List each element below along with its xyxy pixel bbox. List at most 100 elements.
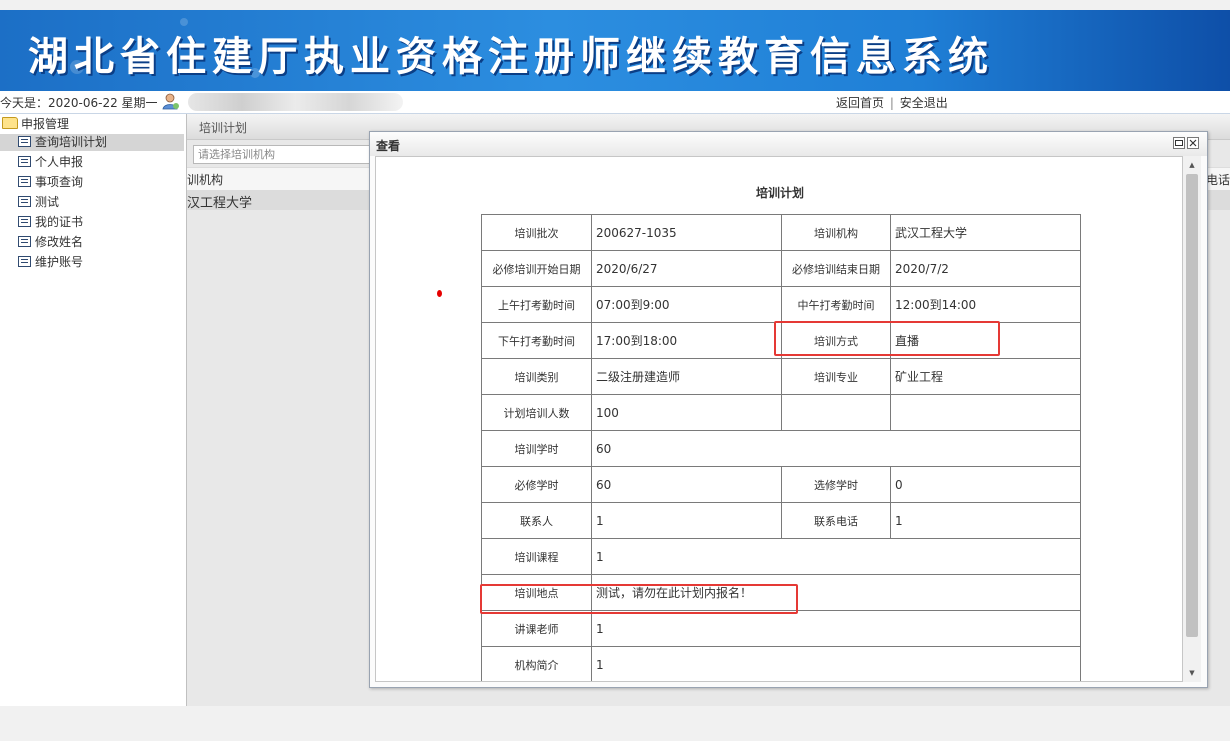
field-label: 必修培训结束日期 xyxy=(781,250,891,287)
institution-select[interactable]: 请选择培训机构 xyxy=(193,145,375,164)
sidebar-item-label: 查询培训计划 xyxy=(35,135,108,149)
column-institution: 训机构 xyxy=(187,173,224,187)
field-value: 0 xyxy=(890,466,1081,503)
sidebar-item-label: 我的证书 xyxy=(35,215,84,229)
field-value: 二级注册建造师 xyxy=(591,358,782,395)
sidebar-item-query-plan[interactable]: 查询培训计划 xyxy=(0,134,184,151)
table-row: 上午打考勤时间 07:00到9:00 中午打考勤时间 12:00到14:00 xyxy=(481,286,1081,323)
restore-icon[interactable] xyxy=(1173,137,1185,149)
table-row: 培训课程 1 xyxy=(481,538,1081,575)
field-label: 必修学时 xyxy=(481,466,592,503)
field-label: 联系人 xyxy=(481,502,592,539)
sidebar: 申报管理 查询培训计划 个人申报 事项查询 测试 我的证书 修改姓名 维护账号 xyxy=(0,114,187,706)
red-marker-dot xyxy=(437,290,442,297)
list-icon xyxy=(18,216,31,227)
field-value: 1 xyxy=(591,646,1081,681)
field-value: 60 xyxy=(591,430,1081,467)
field-label: 选修学时 xyxy=(781,466,891,503)
field-value: 07:00到9:00 xyxy=(591,286,782,323)
panel-title: 培训计划 xyxy=(199,121,248,135)
table-row: 培训批次 200627-1035 培训机构 武汉工程大学 xyxy=(481,214,1081,251)
field-value: 1 xyxy=(890,502,1081,539)
list-icon xyxy=(18,136,31,147)
field-label xyxy=(781,394,891,431)
logout-link[interactable]: 安全退出 xyxy=(900,96,948,110)
field-value: 2020/6/27 xyxy=(591,250,782,287)
highlight-box-training-location xyxy=(480,584,798,614)
table-row: 讲课老师 1 xyxy=(481,610,1081,647)
column-phone: 电话 xyxy=(1205,173,1230,187)
dialog-title: 查看 xyxy=(376,139,401,153)
field-label: 上午打考勤时间 xyxy=(481,286,592,323)
table-row: 培训学时 60 xyxy=(481,430,1081,467)
link-separator: | xyxy=(889,96,894,110)
sidebar-item-change-name[interactable]: 修改姓名 xyxy=(18,234,83,251)
close-icon[interactable] xyxy=(1187,137,1199,149)
sidebar-item-my-certificate[interactable]: 我的证书 xyxy=(18,214,83,231)
date-text: 今天是：2020-06-22 星期一 xyxy=(0,96,158,110)
scroll-down-icon[interactable]: ▼ xyxy=(1183,666,1201,680)
scroll-thumb[interactable] xyxy=(1186,174,1198,637)
sidebar-item-label: 个人申报 xyxy=(35,155,84,169)
sidebar-item-label: 维护账号 xyxy=(35,255,84,269)
field-label: 讲课老师 xyxy=(481,610,592,647)
list-icon xyxy=(18,156,31,167)
sidebar-item-personal-apply[interactable]: 个人申报 xyxy=(18,154,83,171)
footer-strip xyxy=(0,706,1230,741)
field-label: 培训课程 xyxy=(481,538,592,575)
info-bar: 今天是：2020-06-22 星期一 返回首页 | 安全退出 xyxy=(0,91,1230,114)
field-value xyxy=(890,394,1081,431)
list-icon xyxy=(18,176,31,187)
field-label: 培训专业 xyxy=(781,358,891,395)
field-value: 200627-1035 xyxy=(591,214,782,251)
system-title: 湖北省住建厅执业资格注册师继续教育信息系统 xyxy=(28,33,994,80)
field-value: 17:00到18:00 xyxy=(591,322,782,359)
sidebar-item-label: 修改姓名 xyxy=(35,235,84,249)
field-value: 100 xyxy=(591,394,782,431)
sidebar-item-label: 测试 xyxy=(35,195,60,209)
table-row: 联系人 1 联系电话 1 xyxy=(481,502,1081,539)
field-value: 1 xyxy=(591,502,782,539)
field-label: 联系电话 xyxy=(781,502,891,539)
document-title: 培训计划 xyxy=(755,186,804,200)
folder-icon xyxy=(2,117,18,129)
table-row: 必修学时 60 选修学时 0 xyxy=(481,466,1081,503)
tree-root-label: 申报管理 xyxy=(21,117,70,131)
field-label: 培训批次 xyxy=(481,214,592,251)
tree-root-declare[interactable]: 申报管理 xyxy=(2,116,69,132)
blurred-username xyxy=(188,93,403,111)
field-label: 下午打考勤时间 xyxy=(481,322,592,359)
field-value: 武汉工程大学 xyxy=(890,214,1081,251)
home-link[interactable]: 返回首页 xyxy=(836,96,884,110)
field-value: 1 xyxy=(591,538,1081,575)
field-label: 中午打考勤时间 xyxy=(781,286,891,323)
list-icon xyxy=(18,256,31,267)
row-institution: 汉工程大学 xyxy=(187,196,253,211)
sidebar-item-label: 事项查询 xyxy=(35,175,84,189)
table-row: 计划培训人数 100 xyxy=(481,394,1081,431)
header-banner: 湖北省住建厅执业资格注册师继续教育信息系统 xyxy=(0,10,1230,91)
sidebar-item-test[interactable]: 测试 xyxy=(18,194,59,211)
field-label: 培训学时 xyxy=(481,430,592,467)
field-label: 机构简介 xyxy=(481,646,592,681)
list-icon xyxy=(18,196,31,207)
dialog-titlebar: 查看 xyxy=(370,132,1207,156)
scroll-up-icon[interactable]: ▲ xyxy=(1183,158,1201,172)
field-label: 培训机构 xyxy=(781,214,891,251)
field-value: 矿业工程 xyxy=(890,358,1081,395)
table-row: 培训类别 二级注册建造师 培训专业 矿业工程 xyxy=(481,358,1081,395)
top-links: 返回首页 | 安全退出 xyxy=(836,94,948,111)
sidebar-item-maintain-account[interactable]: 维护账号 xyxy=(18,254,83,271)
field-label: 计划培训人数 xyxy=(481,394,592,431)
field-value: 1 xyxy=(591,610,1081,647)
field-value: 12:00到14:00 xyxy=(890,286,1081,323)
dialog-scrollbar[interactable]: ▲ ▼ xyxy=(1183,156,1201,682)
table-row: 机构简介 1 xyxy=(481,646,1081,681)
field-value: 60 xyxy=(591,466,782,503)
field-value: 2020/7/2 xyxy=(890,250,1081,287)
sidebar-item-matter-query[interactable]: 事项查询 xyxy=(18,174,83,191)
list-icon xyxy=(18,236,31,247)
field-label: 必修培训开始日期 xyxy=(481,250,592,287)
field-label: 培训类别 xyxy=(481,358,592,395)
table-row: 必修培训开始日期 2020/6/27 必修培训结束日期 2020/7/2 xyxy=(481,250,1081,287)
